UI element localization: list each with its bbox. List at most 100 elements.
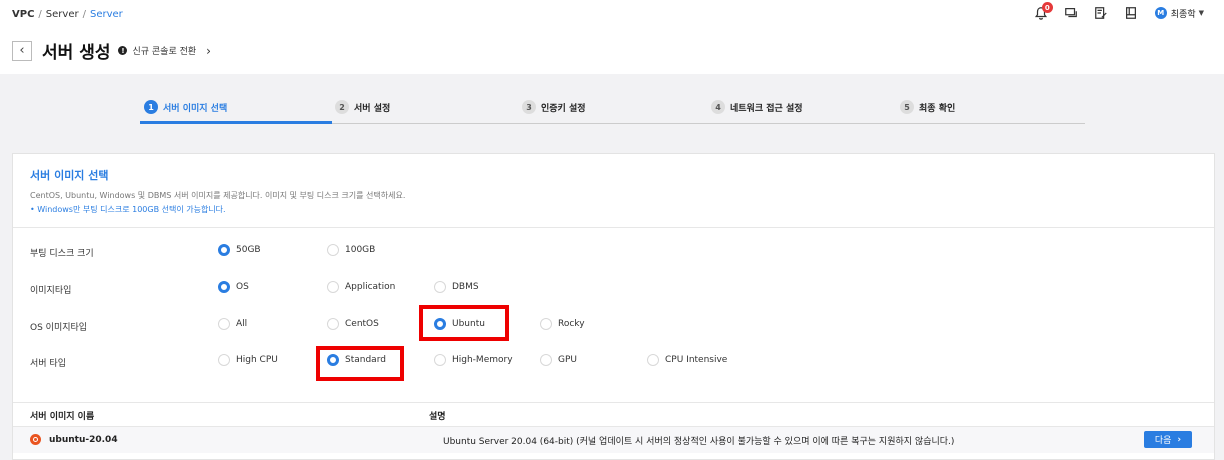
column-header-name: 서버 이미지 이름 <box>30 412 95 422</box>
active-step-underline <box>140 121 332 124</box>
radio-server-high-cpu[interactable]: High CPU <box>218 354 278 366</box>
radio-dot <box>218 281 230 293</box>
radio-disk-100gb[interactable]: 100GB <box>327 244 375 256</box>
notification-badge: 0 <box>1041 2 1053 13</box>
radio-label: High CPU <box>236 355 278 365</box>
new-console-link[interactable]: 신규 콘솔로 전환 <box>132 44 196 57</box>
radio-label: All <box>236 319 248 329</box>
radio-dot <box>218 318 230 330</box>
chevron-right-icon[interactable]: › <box>206 44 211 58</box>
radio-label: OS <box>236 282 249 292</box>
image-type-label: 이미지타입 <box>30 286 72 296</box>
step-label: 서버 설정 <box>354 103 391 114</box>
radio-label: DBMS <box>452 282 479 292</box>
radio-server-cpu-intensive[interactable]: CPU Intensive <box>647 354 727 366</box>
radio-label: CentOS <box>345 319 379 329</box>
breadcrumb: VPC / Server / Server <box>12 9 123 20</box>
step-label: 최종 확인 <box>919 103 956 114</box>
radio-dot <box>647 354 659 366</box>
breadcrumb-separator: / <box>82 9 86 20</box>
step-number: 3 <box>522 100 536 114</box>
top-icons: 0 M 최종학 ▼ <box>1019 2 1204 21</box>
radio-label: Rocky <box>558 319 585 329</box>
breadcrumb-item-server[interactable]: Server <box>46 9 79 20</box>
step-number: 2 <box>335 100 349 114</box>
radio-label: GPU <box>558 355 577 365</box>
highlight-box-standard <box>316 346 404 381</box>
radio-image-application[interactable]: Application <box>327 281 395 293</box>
radio-label: CPU Intensive <box>665 355 728 365</box>
image-selection-panel: 서버 이미지 선택 CentOS, Ubuntu, Windows 및 DBMS… <box>12 153 1215 460</box>
breadcrumb-separator: / <box>38 9 42 20</box>
os-type-label: OS 이미지타입 <box>30 323 88 333</box>
section-note: • Windows만 부팅 디스크로 100GB 선택이 가능합니다. <box>30 205 226 214</box>
radio-dot <box>218 244 230 256</box>
radio-os-rocky[interactable]: Rocky <box>540 318 585 330</box>
user-menu[interactable]: M 최종학 ▼ <box>1154 7 1204 20</box>
step-number: 1 <box>144 100 158 114</box>
section-description: CentOS, Ubuntu, Windows 및 DBMS 서버 이미지를 제… <box>30 191 406 200</box>
breadcrumb-item-current: Server <box>89 9 123 20</box>
next-button-label: 다음 <box>1154 436 1172 446</box>
radio-os-centos[interactable]: CentOS <box>327 318 379 330</box>
image-description: Ubuntu Server 20.04 (64-bit) (커널 업데이트 시 … <box>443 437 955 447</box>
image-name-cell: ubuntu-20.04 <box>30 434 118 445</box>
image-name: ubuntu-20.04 <box>49 434 118 445</box>
caret-down-icon: ▼ <box>1198 9 1204 17</box>
step-2: 2 서버 설정 <box>335 99 390 115</box>
radio-label: High-Memory <box>452 355 513 365</box>
radio-image-dbms[interactable]: DBMS <box>434 281 479 293</box>
user-name: 최종학 <box>1170 9 1196 20</box>
page-title: 서버 생성 <box>42 43 111 63</box>
chat-icon[interactable] <box>1063 5 1079 21</box>
table-header: 서버 이미지 이름 설명 <box>13 402 1214 427</box>
step-label: 네트워크 접근 설정 <box>730 103 803 114</box>
table-row[interactable]: ubuntu-20.04 Ubuntu Server 20.04 (64-bit… <box>13 427 1214 453</box>
avatar: M <box>1154 7 1167 19</box>
step-label: 서버 이미지 선택 <box>163 103 228 114</box>
next-button[interactable]: 다음 › <box>1144 431 1192 448</box>
radio-label: Application <box>345 282 396 292</box>
step-label: 인증키 설정 <box>541 103 586 114</box>
step-number: 5 <box>900 100 914 114</box>
ubuntu-icon <box>30 434 41 445</box>
bell-icon[interactable]: 0 <box>1033 2 1053 21</box>
edit-note-icon[interactable] <box>1093 5 1109 21</box>
radio-label: 50GB <box>236 245 261 255</box>
top-bar: VPC / Server / Server ‹ 서버 생성 ! 신규 콘솔로 전… <box>0 0 1224 74</box>
info-icon: ! <box>118 46 128 55</box>
radio-dot <box>327 281 339 293</box>
radio-dot <box>218 354 230 366</box>
radio-os-all[interactable]: All <box>218 318 247 330</box>
radio-dot <box>327 318 339 330</box>
section-title: 서버 이미지 선택 <box>30 169 109 182</box>
chevron-left-icon: ‹ <box>19 43 25 58</box>
radio-image-os[interactable]: OS <box>218 281 249 293</box>
radio-disk-50gb[interactable]: 50GB <box>218 244 261 256</box>
back-button[interactable]: ‹ <box>12 40 32 61</box>
radio-dot <box>540 354 552 366</box>
section-header: 서버 이미지 선택 CentOS, Ubuntu, Windows 및 DBMS… <box>30 167 405 215</box>
column-header-description: 설명 <box>429 412 446 422</box>
chevron-right-icon: › <box>1177 434 1182 445</box>
highlight-box-ubuntu <box>419 305 509 341</box>
step-4: 4 네트워크 접근 설정 <box>711 99 803 115</box>
radio-dot <box>327 244 339 256</box>
breadcrumb-item-vpc[interactable]: VPC <box>12 9 34 20</box>
book-icon[interactable] <box>1123 5 1139 21</box>
radio-dot <box>540 318 552 330</box>
disk-size-label: 부팅 디스크 크기 <box>30 249 94 259</box>
radio-dot <box>434 281 446 293</box>
divider <box>13 227 1214 228</box>
radio-label: 100GB <box>345 245 376 255</box>
step-number: 4 <box>711 100 725 114</box>
step-3: 3 인증키 설정 <box>522 99 586 115</box>
title-row: ‹ 서버 생성 ! 신규 콘솔로 전환 › <box>12 38 211 63</box>
server-type-label: 서버 타입 <box>30 359 66 369</box>
step-5: 5 최종 확인 <box>900 99 955 115</box>
step-indicator: 1 서버 이미지 선택 2 서버 설정 3 인증키 설정 4 네트워크 접근 설… <box>140 94 1085 124</box>
radio-server-high-memory[interactable]: High-Memory <box>434 354 513 366</box>
radio-dot <box>434 354 446 366</box>
radio-server-gpu[interactable]: GPU <box>540 354 577 366</box>
step-1: 1 서버 이미지 선택 <box>144 99 227 115</box>
